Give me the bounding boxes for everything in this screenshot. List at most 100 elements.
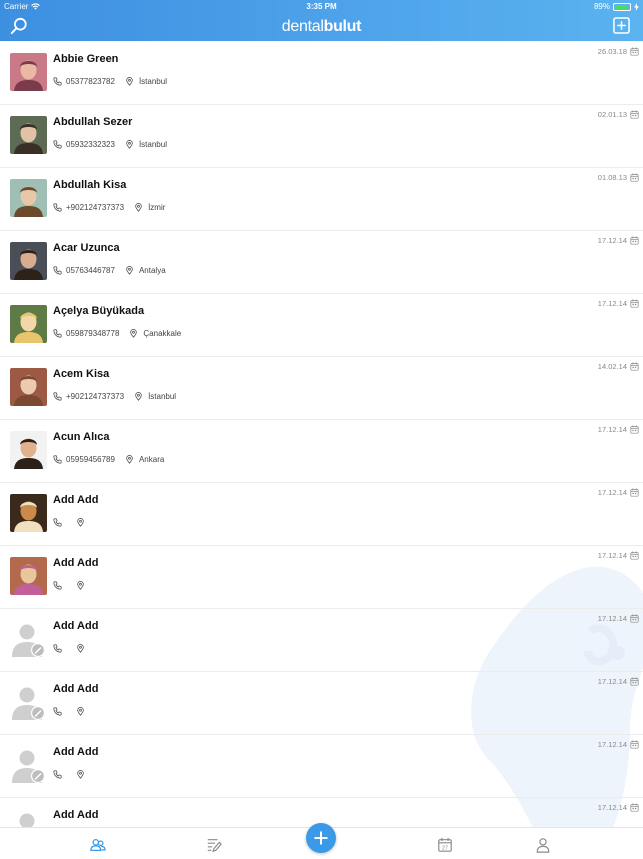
- patient-avatar: [10, 620, 47, 658]
- patient-meta: [53, 581, 90, 590]
- patient-name: Acem Kisa: [53, 368, 110, 380]
- patient-name: Add Add: [53, 620, 99, 632]
- patient-phone[interactable]: 05377823782: [66, 77, 115, 86]
- date-text: 17.12.14: [597, 488, 627, 497]
- last-visit-date: 17.12.14: [598, 488, 639, 497]
- phone-icon: [53, 266, 62, 275]
- patient-name: Add Add: [53, 494, 99, 506]
- patient-name: Abbie Green: [53, 53, 119, 65]
- phone-icon: [53, 77, 62, 86]
- location-pin-icon: [77, 518, 84, 527]
- calendar-small-icon: [630, 488, 639, 497]
- patient-row[interactable]: Acar Uzunca 05763446787 Antalya 17.12.14: [0, 230, 643, 294]
- app-logo: dentalbulut: [0, 18, 643, 36]
- location-pin-icon: [130, 329, 138, 338]
- patient-meta: 05763446787 Antalya: [53, 266, 166, 275]
- phone-icon: [53, 392, 62, 401]
- location-pin-icon: [135, 392, 142, 401]
- tab-profile[interactable]: [535, 837, 551, 853]
- date-text: 14.02.14: [597, 362, 627, 371]
- phone-icon: [53, 581, 62, 590]
- patient-list[interactable]: Abbie Green 05377823782 İstanbul 26.03.18 Ab…: [0, 41, 643, 827]
- patient-row[interactable]: Add Add 17.12.14: [0, 608, 643, 672]
- calendar-small-icon: [630, 110, 639, 119]
- patient-photo: [10, 557, 47, 595]
- patient-row[interactable]: Add Add 17.12.14: [0, 734, 643, 798]
- calendar-small-icon: [630, 614, 639, 623]
- patient-phone[interactable]: 05763446787: [66, 266, 115, 275]
- calendar-small-icon: [630, 677, 639, 686]
- location-pin-icon: [126, 77, 133, 86]
- patient-avatar: [10, 368, 47, 406]
- date-text: 17.12.14: [597, 299, 627, 308]
- default-avatar-icon: [10, 683, 47, 721]
- patient-row[interactable]: Acun Alıca 05959456789 Ankara 17.12.14: [0, 419, 643, 483]
- patient-phone[interactable]: +902124737373: [66, 392, 124, 401]
- patient-phone[interactable]: 05932332323: [66, 140, 115, 149]
- patient-avatar: [10, 179, 47, 217]
- patient-row[interactable]: Add Add 17.12.14: [0, 545, 643, 609]
- date-text: 17.12.14: [597, 614, 627, 623]
- location-pin-icon: [77, 581, 84, 590]
- patient-city: Ankara: [138, 455, 165, 464]
- phone-icon: [53, 455, 62, 464]
- last-visit-date: 26.03.18: [598, 47, 639, 56]
- patient-phone[interactable]: +902124737373: [66, 203, 124, 212]
- tab-calendar[interactable]: 27: [437, 837, 453, 853]
- date-text: 17.12.14: [597, 740, 627, 749]
- patient-name: Acun Alıca: [53, 431, 110, 443]
- location-pin-icon: [77, 770, 84, 779]
- calendar-small-icon: [630, 803, 639, 812]
- patient-phone[interactable]: 059879348778: [66, 329, 119, 338]
- app-header: Carrier 3:35 PM 89% dentalbulut: [0, 0, 643, 41]
- calendar-small-icon: [630, 173, 639, 182]
- last-visit-date: 17.12.14: [598, 551, 639, 560]
- patient-meta: 05959456789 Ankara: [53, 455, 164, 464]
- patient-row[interactable]: Açelya Büyükada 059879348778 Çanakkale 17.1…: [0, 293, 643, 357]
- phone-icon: [53, 770, 62, 779]
- patient-photo: [10, 179, 47, 217]
- phone-icon: [53, 518, 62, 527]
- location-pin-icon: [77, 707, 84, 716]
- patient-row[interactable]: Abdullah Kisa +902124737373 İzmir 01.08.13: [0, 167, 643, 231]
- tab-patients[interactable]: [90, 837, 106, 853]
- patient-city: İstanbul: [148, 392, 177, 401]
- patient-meta: +902124737373 İzmir: [53, 203, 165, 212]
- default-avatar-icon: [10, 746, 47, 784]
- patient-name: Abdullah Sezer: [53, 116, 133, 128]
- last-visit-date: 17.12.14: [598, 425, 639, 434]
- tab-treatments[interactable]: [206, 837, 222, 853]
- battery-info: 89%: [594, 2, 639, 11]
- patient-meta: +902124737373 İstanbul: [53, 392, 176, 401]
- add-patient-icon[interactable]: [613, 17, 630, 34]
- battery-icon: [613, 2, 631, 11]
- patient-city: Antalya: [138, 266, 166, 275]
- patient-avatar: [10, 494, 47, 532]
- patient-photo: [10, 431, 47, 469]
- patient-meta: [53, 707, 90, 716]
- last-visit-date: 17.12.14: [598, 677, 639, 686]
- patient-phone[interactable]: 05959456789: [66, 455, 115, 464]
- patient-row[interactable]: Add Add 17.12.14: [0, 482, 643, 546]
- patient-row[interactable]: Abdullah Sezer 05932332323 İstanbul 02.01.1…: [0, 104, 643, 168]
- patient-row[interactable]: Acem Kisa +902124737373 İstanbul 14.02.14: [0, 356, 643, 420]
- status-bar: Carrier 3:35 PM 89%: [0, 0, 643, 13]
- location-pin-icon: [126, 266, 133, 275]
- calendar-small-icon: [630, 299, 639, 308]
- patient-name: Abdullah Kisa: [53, 179, 127, 191]
- calendar-small-icon: [630, 740, 639, 749]
- phone-icon: [53, 203, 62, 212]
- date-text: 17.12.14: [597, 236, 627, 245]
- patient-city: İstanbul: [138, 140, 167, 149]
- patient-name: Add Add: [53, 746, 99, 758]
- location-pin-icon: [126, 140, 133, 149]
- location-pin-icon: [77, 644, 84, 653]
- patient-row[interactable]: Abbie Green 05377823782 İstanbul 26.03.18: [0, 41, 643, 105]
- default-avatar-icon: [10, 620, 47, 658]
- add-fab-button[interactable]: [306, 823, 336, 853]
- date-text: 26.03.18: [597, 47, 627, 56]
- patient-row[interactable]: Add Add 17.12.14: [0, 671, 643, 735]
- patient-meta: [53, 518, 90, 527]
- date-text: 17.12.14: [597, 425, 627, 434]
- calendar-small-icon: [630, 551, 639, 560]
